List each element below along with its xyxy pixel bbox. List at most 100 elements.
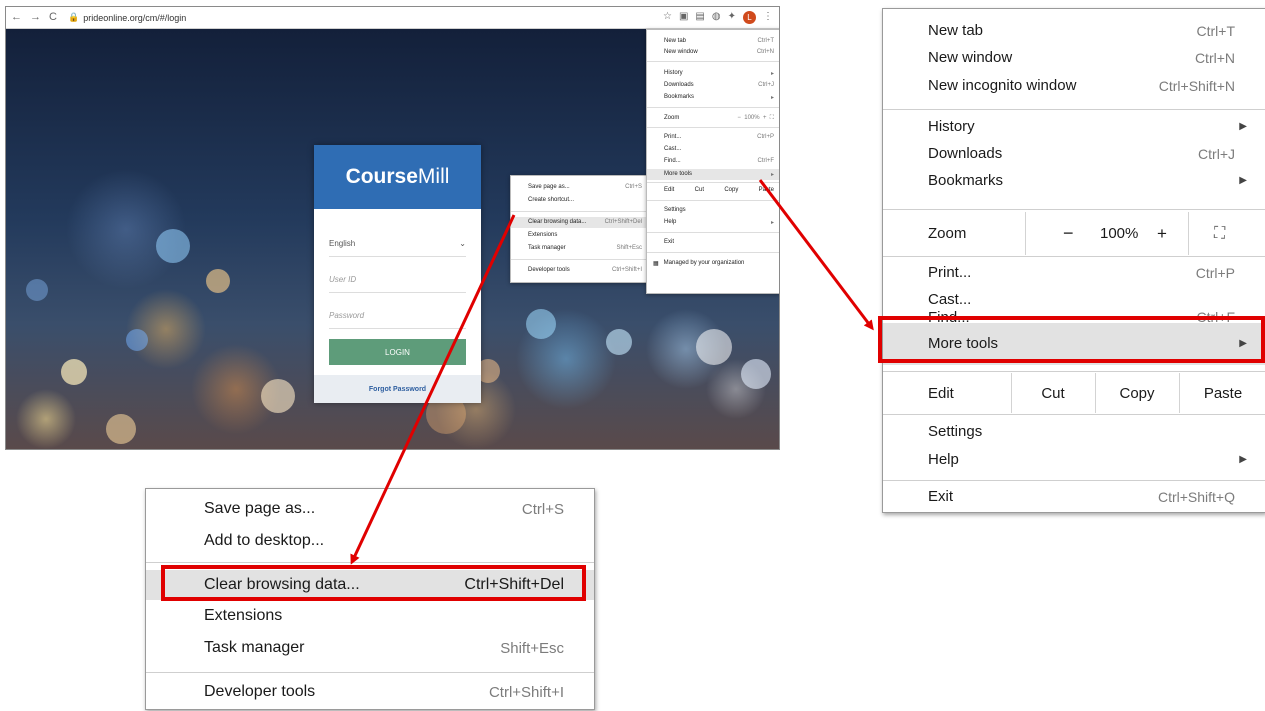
- building-icon: ▦: [653, 261, 659, 267]
- mini-menu-item[interactable]: Print... Ctrl+P: [664, 134, 774, 140]
- menu-item-new-tab[interactable]: New tab Ctrl+T: [928, 17, 1235, 44]
- mini-more-tools-menu: Save page as... Ctrl+S Create shortcut...…: [510, 175, 649, 283]
- menu-item-label: Save page as...: [204, 500, 316, 517]
- url-field[interactable]: 🔒 prideonline.org/cm/#/login: [68, 12, 186, 23]
- mini-menu-item[interactable]: Extensions: [528, 232, 642, 238]
- mini-menu-item[interactable]: More tools ▸: [664, 171, 774, 178]
- fullscreen-icon[interactable]: ⛶: [1214, 212, 1225, 255]
- reload-icon[interactable]: C: [49, 11, 57, 23]
- menu-item-label: New window: [928, 49, 1013, 66]
- mini-menu-item[interactable]: New window Ctrl+N: [664, 49, 774, 55]
- url-text: prideonline.org/cm/#/login: [83, 12, 187, 23]
- coursemill-logo: Course Mill: [314, 145, 481, 209]
- bokeh-light: [526, 309, 556, 339]
- paste-button[interactable]: Paste: [1179, 373, 1265, 413]
- menu-item-label: Settings: [928, 423, 983, 440]
- mini-menu-item[interactable]: Cast...: [664, 146, 774, 152]
- menu-item-label: Print...: [928, 264, 972, 281]
- extension-icon[interactable]: ▣: [679, 10, 688, 24]
- mini-menu-item[interactable]: Help ▸: [664, 219, 774, 226]
- zoom-level: 100%: [1100, 225, 1139, 242]
- language-select[interactable]: English ⌄: [329, 230, 466, 257]
- menu-divider: [146, 672, 594, 673]
- menu-item-bookmarks[interactable]: Bookmarks: [928, 167, 1235, 194]
- kebab-menu-icon[interactable]: ⋮: [763, 10, 773, 24]
- mini-menu-item[interactable]: New tab Ctrl+T: [664, 38, 774, 44]
- puzzle-icon[interactable]: ✦: [728, 10, 736, 24]
- back-arrow-icon[interactable]: ←: [11, 11, 22, 23]
- menu-item-new-window[interactable]: New window Ctrl+N: [928, 44, 1235, 71]
- menu-item-save-page[interactable]: Save page as... Ctrl+S: [204, 495, 564, 523]
- document-icon[interactable]: ▤: [695, 10, 704, 24]
- menu-item-label: Exit: [928, 488, 954, 505]
- menu-item-shortcut: Ctrl+S: [521, 500, 564, 518]
- menu-item-shortcut: Ctrl+Shift+Q: [1157, 488, 1235, 505]
- submenu-arrow-icon: ▶: [1239, 121, 1247, 132]
- avatar[interactable]: L: [743, 10, 756, 24]
- menu-divider: [146, 562, 594, 563]
- menu-item-print[interactable]: Print... Ctrl+P: [928, 259, 1235, 286]
- mini-menu-item[interactable]: Find... Ctrl+F: [664, 158, 774, 164]
- zoom-out-button[interactable]: −: [1063, 212, 1074, 255]
- zoom-in-button[interactable]: +: [1157, 212, 1167, 255]
- menu-item-developer-tools[interactable]: Developer tools Ctrl+Shift+I: [204, 678, 564, 706]
- mini-menu-item[interactable]: Task manager Shift+Esc: [528, 245, 642, 251]
- forward-arrow-icon[interactable]: →: [30, 11, 41, 23]
- browser-screenshot: ← → C 🔒 prideonline.org/cm/#/login ☆ ▣ ▤…: [5, 6, 780, 450]
- mini-menu-item[interactable]: History ▸: [664, 70, 774, 77]
- menu-item-label: Downloads: [928, 145, 1003, 162]
- mini-menu-item[interactable]: Downloads Ctrl+J: [664, 82, 774, 88]
- menu-item-shortcut: Ctrl+Shift+I: [488, 683, 564, 701]
- bokeh-light: [126, 329, 148, 351]
- menu-item-shortcut: Ctrl+J: [1198, 145, 1235, 162]
- forgot-password-link[interactable]: Forgot Password: [314, 375, 481, 403]
- menu-item-label: New incognito window: [928, 77, 1077, 94]
- menu-item-history[interactable]: History: [928, 113, 1235, 140]
- menu-item-label: Cast...: [928, 291, 972, 308]
- menu-item-exit[interactable]: Exit Ctrl+Shift+Q: [928, 483, 1235, 510]
- copy-button[interactable]: Copy: [1095, 373, 1179, 413]
- mini-menu-item[interactable]: Developer tools Ctrl+Shift+I: [528, 267, 642, 273]
- menu-divider: [883, 109, 1265, 110]
- menu-item-label: Extensions: [204, 607, 283, 624]
- menu-item-settings[interactable]: Settings: [928, 418, 1235, 445]
- menu-item-shortcut: Ctrl+Shift+N: [1158, 77, 1235, 94]
- menu-item-shortcut: Ctrl+N: [1194, 49, 1235, 66]
- menu-item-task-manager[interactable]: Task manager Shift+Esc: [204, 634, 564, 662]
- menu-zoom-label: Zoom: [928, 225, 967, 242]
- mini-menu-item[interactable]: Save page as... Ctrl+S: [528, 184, 642, 190]
- menu-item-shortcut: Ctrl+P: [1195, 264, 1235, 281]
- mini-menu-item[interactable]: Bookmarks ▸: [664, 94, 774, 101]
- menu-item-extensions[interactable]: Extensions: [204, 602, 564, 630]
- menu-edit-row: Edit Cut Copy Paste: [883, 373, 1265, 413]
- mini-menu-item[interactable]: Zoom − 100% + ⛶: [664, 115, 774, 122]
- mini-menu-item[interactable]: Settings: [664, 207, 774, 213]
- mini-menu-item: ▦ Managed by your organization: [653, 260, 745, 267]
- login-card: Course Mill English ⌄ User ID Password LO…: [314, 145, 481, 403]
- menu-item-new-incognito[interactable]: New incognito window Ctrl+Shift+N: [928, 72, 1235, 99]
- menu-item-help[interactable]: Help: [928, 446, 1235, 473]
- clear-browsing-data-highlight: [161, 565, 586, 601]
- chrome-menu-zoomed: New tab Ctrl+T New window Ctrl+N New inc…: [882, 8, 1265, 513]
- password-input[interactable]: Password: [329, 302, 466, 329]
- cut-button[interactable]: Cut: [1011, 373, 1095, 413]
- star-icon[interactable]: ☆: [663, 10, 672, 24]
- menu-item-downloads[interactable]: Downloads Ctrl+J: [928, 140, 1235, 167]
- mini-menu-item[interactable]: Create shortcut...: [528, 197, 642, 203]
- userid-input[interactable]: User ID: [329, 266, 466, 293]
- bokeh-light: [106, 414, 136, 444]
- menu-item-add-to-desktop[interactable]: Add to desktop...: [204, 527, 564, 555]
- menu-item-label: History: [928, 118, 975, 135]
- shield-icon[interactable]: ◍: [712, 10, 721, 24]
- menu-edit-label: Edit: [928, 384, 954, 402]
- menu-item-label: Add to desktop...: [204, 532, 325, 549]
- mini-menu-item[interactable]: Clear browsing data... Ctrl+Shift+Del: [528, 219, 642, 225]
- mini-menu-item[interactable]: Edit Cut Copy Paste: [664, 187, 774, 193]
- language-value: English: [329, 238, 356, 248]
- menu-divider: [883, 371, 1265, 372]
- bokeh-light: [741, 359, 771, 389]
- nav-buttons: ← → C: [11, 11, 57, 23]
- mini-menu-item[interactable]: Exit: [664, 239, 774, 245]
- menu-item-label: Task manager: [204, 639, 305, 656]
- login-button[interactable]: LOGIN: [329, 339, 466, 365]
